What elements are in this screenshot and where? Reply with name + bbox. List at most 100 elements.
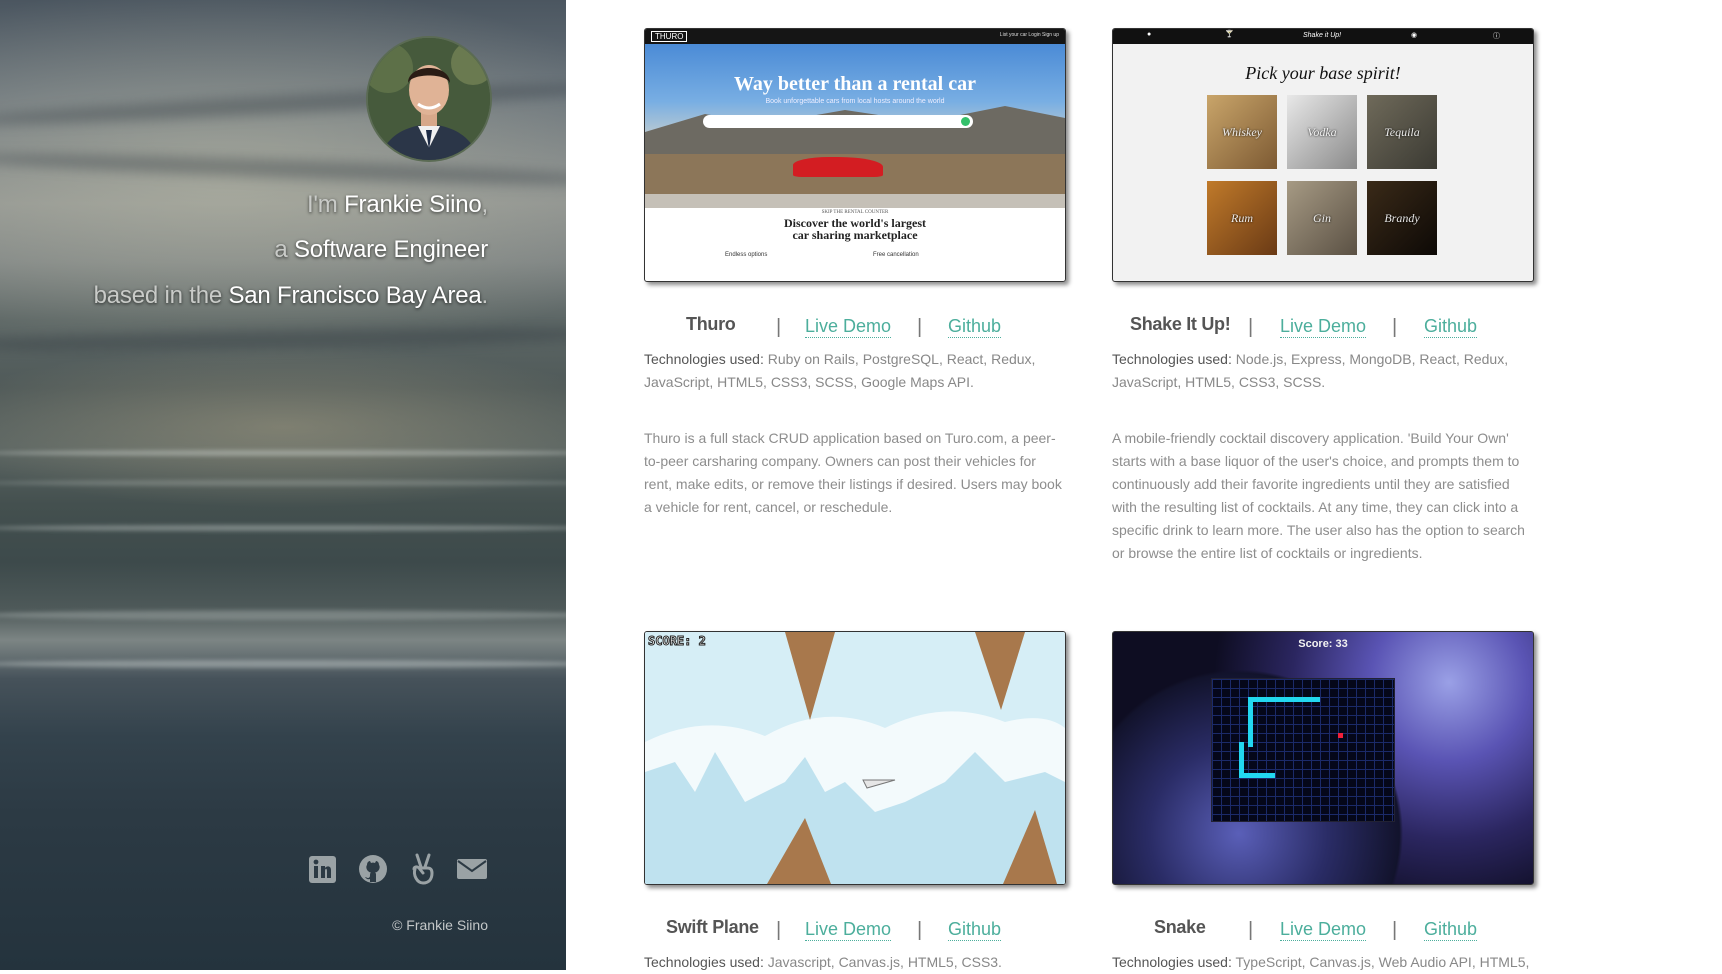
project-title-row: Swift Plane | Live Demo | Github xyxy=(644,917,1066,947)
github-link[interactable]: Github xyxy=(1424,316,1478,338)
project-technologies: Technologies used: TypeScript, Canvas.js… xyxy=(1112,951,1534,974)
divider: | xyxy=(1248,316,1254,338)
copyright: © Frankie Siino xyxy=(392,917,488,933)
intro-line-3: based in the San Francisco Bay Area. xyxy=(93,281,489,311)
divider: | xyxy=(1392,919,1398,941)
screenshot-kicker: SKIP THE RENTAL COUNTER xyxy=(821,210,889,215)
game-score: Score: 33 xyxy=(1298,638,1348,650)
screenshot-navbar: THURO List your car Login Sign up xyxy=(645,29,1065,44)
screenshot-nav-title: Shake it Up! xyxy=(1303,32,1342,39)
hero-panel: I'm Frankie Siino, a Software Engineer b… xyxy=(0,0,566,970)
game-score: SCORE: 2 xyxy=(648,634,707,649)
project-technologies: Technologies used: Ruby on Rails, Postgr… xyxy=(644,348,1066,394)
intro-text: , xyxy=(481,191,489,218)
spirit-tile: Brandy xyxy=(1367,181,1437,255)
screenshot-nav: List your car Login Sign up xyxy=(999,32,1059,38)
project-screenshot[interactable]: ● 🍸 Shake it Up! ◉ ⓘ Pick your base spir… xyxy=(1112,28,1534,282)
divider: | xyxy=(1392,316,1398,338)
project-description: A mobile-friendly cocktail discovery app… xyxy=(1112,430,1525,561)
red-car xyxy=(793,157,883,177)
tech-label: Technologies used: xyxy=(644,954,764,970)
intro-location: San Francisco Bay Area xyxy=(228,282,482,309)
feature-text: Free cancellation xyxy=(873,252,919,258)
intro-text: . xyxy=(481,282,489,309)
ocean-wave xyxy=(0,525,566,531)
live-demo-link[interactable]: Live Demo xyxy=(805,316,892,338)
project-screenshot[interactable]: Score: 33 xyxy=(1112,631,1534,885)
sky-cloud xyxy=(0,324,566,354)
screenshot-headline: Way better than a rental car xyxy=(733,73,976,95)
search-go-icon xyxy=(961,117,970,126)
project-card-thuro: THURO List your car Login Sign up Way be… xyxy=(644,28,1066,519)
github-link[interactable]: Github xyxy=(948,316,1002,338)
divider: | xyxy=(917,919,923,941)
project-card-snake: Score: 33 Snake | Live Demo | Github Tec… xyxy=(1112,631,1534,974)
github-link[interactable]: Github xyxy=(1424,919,1478,941)
project-title: Thuro xyxy=(686,314,736,334)
spirit-tile: Rum xyxy=(1207,181,1277,255)
spirit-tile: Vodka xyxy=(1287,95,1357,169)
email-icon[interactable] xyxy=(455,852,489,886)
info-icon: ⓘ xyxy=(1493,33,1500,40)
linkedin-icon[interactable] xyxy=(307,852,337,886)
github-link[interactable]: Github xyxy=(948,919,1002,941)
project-description: Thuro is a full stack CRUD application b… xyxy=(644,430,1062,515)
screenshot-search xyxy=(703,115,973,128)
project-technologies: Technologies used: Javascript, Canvas.js… xyxy=(644,951,1066,974)
tech-list: Javascript, Canvas.js, HTML5, CSS3. xyxy=(767,954,1002,970)
project-title: Swift Plane xyxy=(666,917,759,937)
intro-text: a xyxy=(274,236,294,263)
spirit-tile: Tequila xyxy=(1367,95,1437,169)
tagline-line: car sharing marketplace xyxy=(792,228,918,242)
cocktail-icon: 🍸 xyxy=(1225,31,1234,38)
ocean-wave xyxy=(0,480,566,486)
github-icon[interactable] xyxy=(357,852,389,886)
github-icon: ◉ xyxy=(1411,32,1418,39)
project-title-row: Thuro | Live Demo | Github xyxy=(644,314,1066,344)
live-demo-link[interactable]: Live Demo xyxy=(1280,919,1367,941)
ocean-wave xyxy=(0,660,566,668)
screenshot-tagline: Discover the world's largest car sharing… xyxy=(645,217,1065,241)
ocean-wave xyxy=(0,610,566,620)
sky-cloud xyxy=(0,148,566,190)
project-title-row: Snake | Live Demo | Github xyxy=(1112,917,1534,947)
project-technologies: Technologies used: Node.js, Express, Mon… xyxy=(1112,348,1534,394)
snake-segment xyxy=(1248,697,1320,702)
snake-segment xyxy=(1248,697,1253,747)
game-board xyxy=(1211,678,1395,822)
spirit-tile: Whiskey xyxy=(1207,95,1277,169)
snake-segment xyxy=(1239,773,1275,778)
divider: | xyxy=(776,919,782,941)
profile-photo xyxy=(368,38,490,160)
divider: | xyxy=(917,316,923,338)
project-screenshot[interactable]: THURO List your car Login Sign up Way be… xyxy=(644,28,1066,282)
tech-list: TypeScript, Canvas.js, Web Audio API, HT… xyxy=(1235,954,1530,970)
project-title: Shake It Up! xyxy=(1130,314,1231,334)
intro-text: I'm xyxy=(306,191,345,218)
project-title-row: Shake It Up! | Live Demo | Github xyxy=(1112,314,1534,344)
intro-role: Software Engineer xyxy=(293,236,488,263)
intro-name: Frankie Siino xyxy=(344,191,482,218)
tech-label: Technologies used: xyxy=(644,351,764,367)
live-demo-link[interactable]: Live Demo xyxy=(805,919,892,941)
screenshot-logo: THURO xyxy=(651,31,688,42)
tech-label: Technologies used: xyxy=(1112,954,1232,970)
screenshot-subhead: Book unforgettable cars from local hosts… xyxy=(765,98,945,105)
ocean-wave xyxy=(0,450,566,456)
game-scene xyxy=(645,632,1065,884)
project-screenshot[interactable]: SCORE: 2 xyxy=(644,631,1066,885)
project-card-swift-plane: SCORE: 2 Swift Plane | Live Demo | Githu… xyxy=(644,631,1066,974)
project-card-shake-it-up: ● 🍸 Shake it Up! ◉ ⓘ Pick your base spir… xyxy=(1112,28,1534,565)
live-demo-link[interactable]: Live Demo xyxy=(1280,316,1367,338)
project-title: Snake xyxy=(1154,917,1206,937)
logo-icon: ● xyxy=(1147,31,1152,38)
divider: | xyxy=(1248,919,1254,941)
screenshot-navbar: ● 🍸 Shake it Up! ◉ ⓘ xyxy=(1113,29,1533,44)
intro-line-1: I'm Frankie Siino, xyxy=(307,190,488,220)
angellist-icon[interactable] xyxy=(408,852,438,886)
divider: | xyxy=(776,316,782,338)
avatar xyxy=(366,36,492,162)
screenshot-heading: Pick your base spirit! xyxy=(1245,63,1401,83)
tech-label: Technologies used: xyxy=(1112,351,1232,367)
intro-text: based in the xyxy=(93,282,229,309)
